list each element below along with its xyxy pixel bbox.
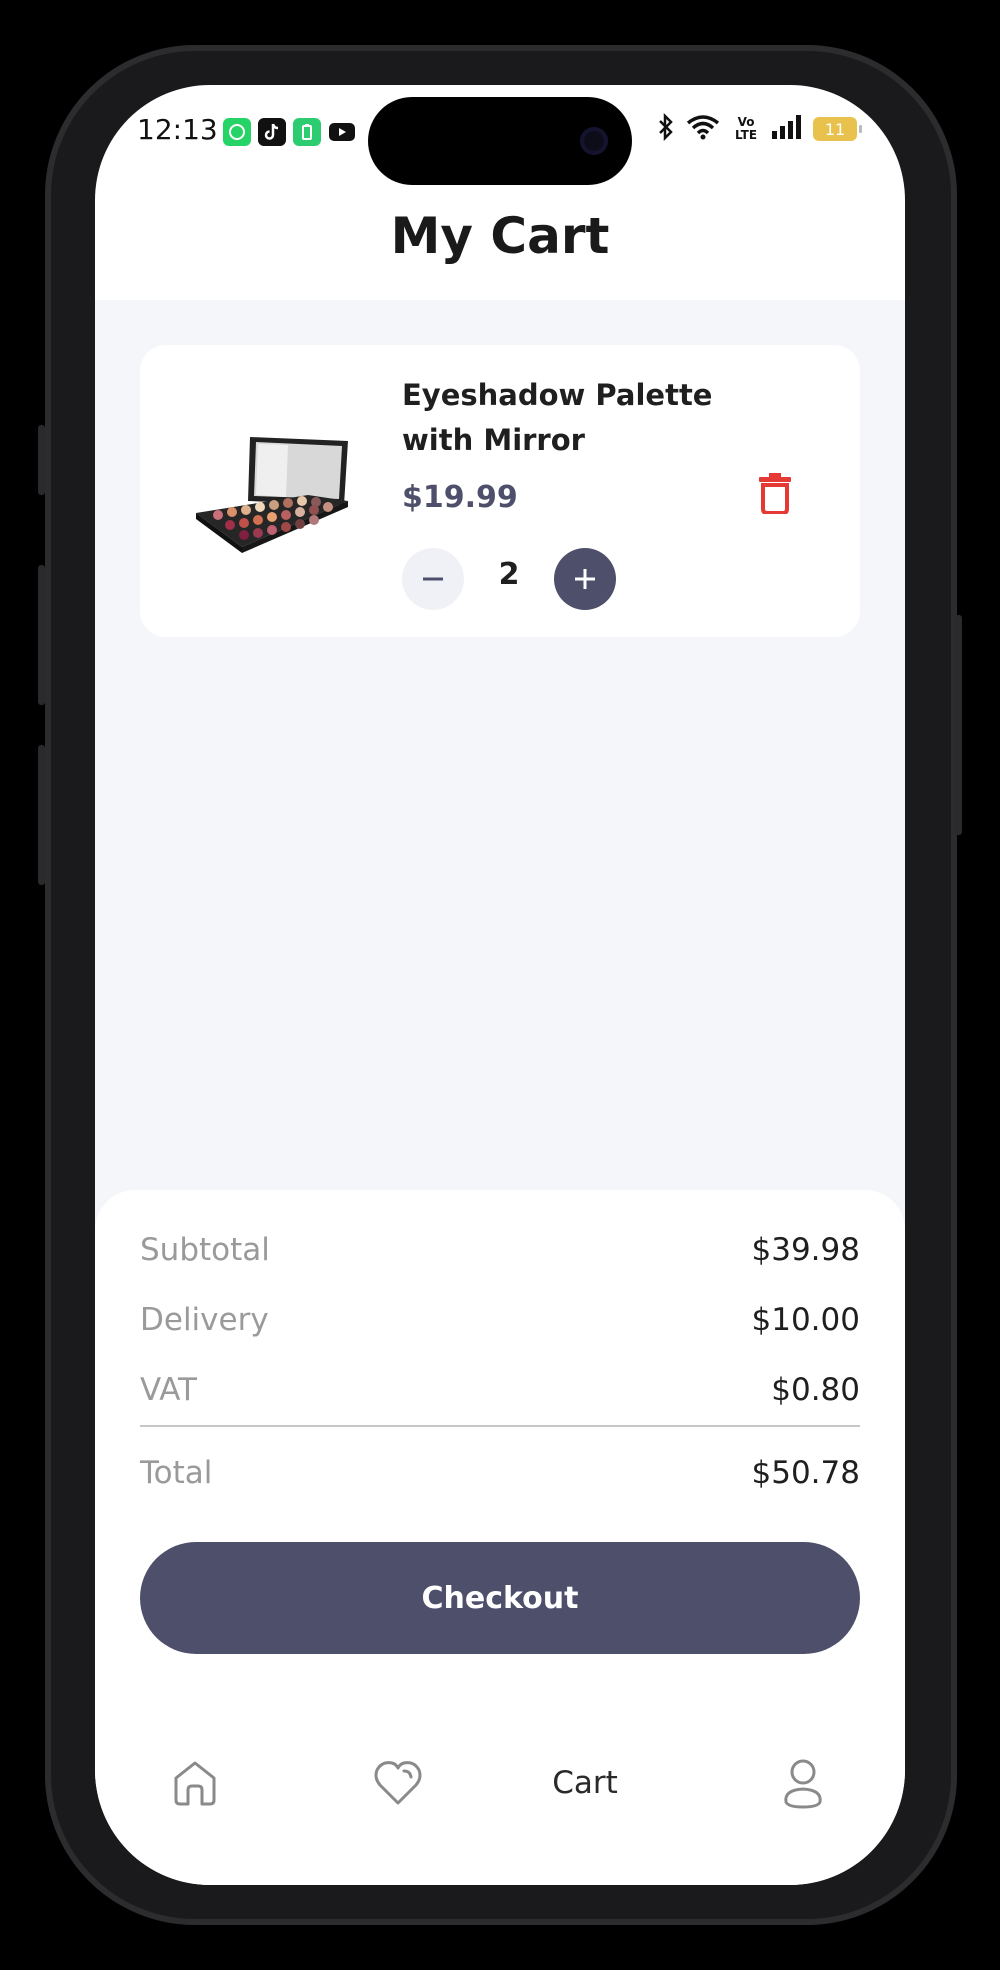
volume-up-button — [38, 565, 45, 705]
nav-favorites[interactable] — [370, 1755, 426, 1811]
vat-label: VAT — [140, 1372, 197, 1408]
nav-cart-label: Cart — [552, 1765, 618, 1801]
battery-icon: 11 — [813, 117, 862, 141]
bluetooth-icon — [657, 112, 675, 145]
heart-icon — [374, 1761, 422, 1805]
youtube-icon — [328, 118, 356, 146]
summary-divider — [140, 1425, 860, 1427]
front-camera-icon — [580, 127, 608, 155]
signal-icon — [771, 113, 803, 145]
power-button — [955, 615, 962, 835]
total-row: Total $50.78 — [140, 1455, 860, 1491]
vat-row: VAT $0.80 — [140, 1372, 860, 1408]
plus-icon — [575, 569, 595, 589]
checkout-button[interactable]: Checkout — [140, 1542, 860, 1654]
cart-content: Eyeshadow Palette with Mirror $19.99 2 — [95, 300, 905, 1300]
status-indicators: Vo LTE 11 — [657, 112, 862, 145]
volte-icon: Vo LTE — [734, 115, 758, 142]
minus-icon — [423, 577, 443, 581]
battery-saver-icon — [293, 118, 321, 146]
product-name: Eyeshadow Palette with Mirror — [402, 378, 713, 457]
action-button — [38, 425, 45, 495]
delivery-value: $10.00 — [751, 1302, 860, 1338]
quantity-value: 2 — [498, 557, 520, 592]
profile-icon — [784, 1759, 822, 1809]
vat-value: $0.80 — [771, 1372, 860, 1408]
decrease-quantity-button[interactable] — [402, 548, 464, 610]
page-title: My Cart — [390, 207, 610, 265]
delivery-row: Delivery $10.00 — [140, 1302, 860, 1338]
nav-cart[interactable]: Cart — [530, 1755, 640, 1811]
product-price: $19.99 — [402, 480, 518, 515]
nav-profile[interactable] — [775, 1755, 831, 1811]
trash-icon — [759, 473, 791, 514]
status-app-icons — [223, 118, 356, 146]
subtotal-row: Subtotal $39.98 — [140, 1232, 860, 1268]
bottom-navigation: Cart — [95, 1740, 905, 1830]
total-value: $50.78 — [751, 1455, 860, 1491]
app-screen: 12:13 Vo LTE 11 My Cart Eyeshadow Palett… — [95, 85, 905, 1885]
tiktok-icon — [258, 118, 286, 146]
wifi-icon — [685, 113, 721, 145]
status-time: 12:13 — [137, 113, 218, 146]
subtotal-label: Subtotal — [140, 1232, 270, 1268]
cart-item-card: Eyeshadow Palette with Mirror $19.99 2 — [140, 345, 860, 637]
home-icon — [174, 1761, 216, 1806]
volume-down-button — [38, 745, 45, 885]
delivery-label: Delivery — [140, 1302, 269, 1338]
dynamic-island — [368, 97, 632, 185]
subtotal-value: $39.98 — [751, 1232, 860, 1268]
delete-item-button[interactable] — [750, 467, 800, 519]
eyeshadow-palette-image — [188, 435, 358, 575]
whatsapp-icon — [223, 118, 251, 146]
increase-quantity-button[interactable] — [554, 548, 616, 610]
total-label: Total — [140, 1455, 213, 1491]
nav-home[interactable] — [167, 1755, 223, 1811]
